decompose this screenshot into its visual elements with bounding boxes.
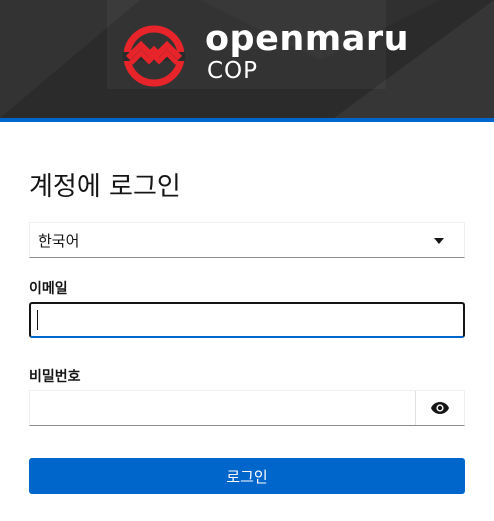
password-field[interactable] [30, 391, 415, 425]
password-group [29, 390, 465, 426]
password-label: 비밀번호 [29, 369, 81, 385]
text-cursor [37, 310, 38, 330]
eye-icon [431, 402, 449, 414]
email-label: 이메일 [29, 281, 68, 297]
email-field[interactable] [29, 302, 465, 338]
caret-down-icon [434, 238, 444, 244]
locale-selected-value: 한국어 [38, 231, 80, 250]
page-title: 계정에 로그인 [29, 172, 181, 202]
brand-wordmark: openmaru [205, 19, 410, 59]
login-button[interactable]: 로그인 [29, 458, 465, 494]
locale-select[interactable]: 한국어 [29, 222, 465, 258]
show-password-button[interactable] [415, 391, 464, 425]
brand-accent-bar [0, 118, 494, 122]
openmaru-mountain-logo-icon [123, 25, 185, 87]
product-name: COP [207, 58, 259, 84]
page-header: openmaru COP [0, 0, 494, 118]
